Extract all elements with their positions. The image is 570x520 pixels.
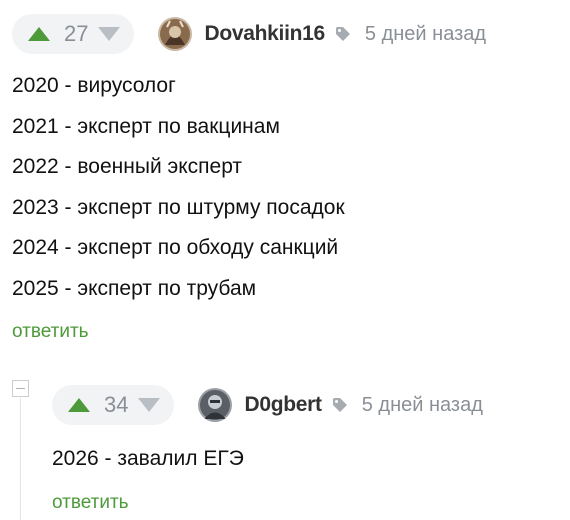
comment: 34 D0gbert 5 дней назад 2026 - завалил Е…: [52, 383, 483, 514]
username[interactable]: D0gbert: [244, 393, 322, 417]
timestamp[interactable]: 5 дней назад: [365, 23, 486, 46]
avatar[interactable]: [158, 17, 193, 51]
vote-count: 27: [64, 21, 89, 46]
comment-line: 2022 - военный эксперт: [12, 155, 243, 178]
timestamp[interactable]: 5 дней назад: [362, 394, 483, 417]
arrow-down-icon[interactable]: [138, 398, 161, 412]
reply-link[interactable]: ответить: [12, 321, 486, 343]
comment-line: 2023 - эксперт по штурму посадок: [12, 195, 345, 219]
comment-line: 2026 - завалил ЕГЭ: [52, 447, 244, 470]
comment-line: 2021 - эксперт по вакцинам: [12, 114, 280, 138]
arrow-up-icon[interactable]: [68, 398, 90, 412]
thread-line[interactable]: [20, 398, 21, 520]
comment-body: 2020 - вирусолог 2021 - эксперт по вакци…: [12, 66, 486, 309]
comment-line: 2020 - вирусолог: [12, 74, 176, 97]
tag-icon[interactable]: [332, 397, 348, 413]
arrow-down-icon[interactable]: [98, 27, 121, 41]
comment-header: 27 Dovahkiin16 5 дней назад: [12, 12, 486, 56]
comment-line: 2024 - эксперт по обходу санкций: [12, 236, 339, 259]
username[interactable]: Dovahkiin16: [204, 22, 325, 46]
collapse-icon[interactable]: [12, 380, 29, 397]
tag-icon[interactable]: [335, 26, 351, 42]
comment-header: 34 D0gbert 5 дней назад: [52, 383, 483, 427]
vote-box: 34: [52, 385, 175, 425]
comment-body: 2026 - завалил ЕГЭ: [52, 439, 483, 480]
reply-link[interactable]: ответить: [52, 492, 483, 514]
comment-line: 2025 - эксперт по трубам: [12, 276, 257, 300]
vote-count: 34: [104, 392, 129, 417]
arrow-up-icon[interactable]: [28, 27, 50, 41]
comment: 27 Dovahkiin16 5 дней назад 2020 - вирус…: [12, 12, 486, 343]
vote-box: 27: [12, 14, 135, 54]
avatar[interactable]: [198, 388, 233, 422]
